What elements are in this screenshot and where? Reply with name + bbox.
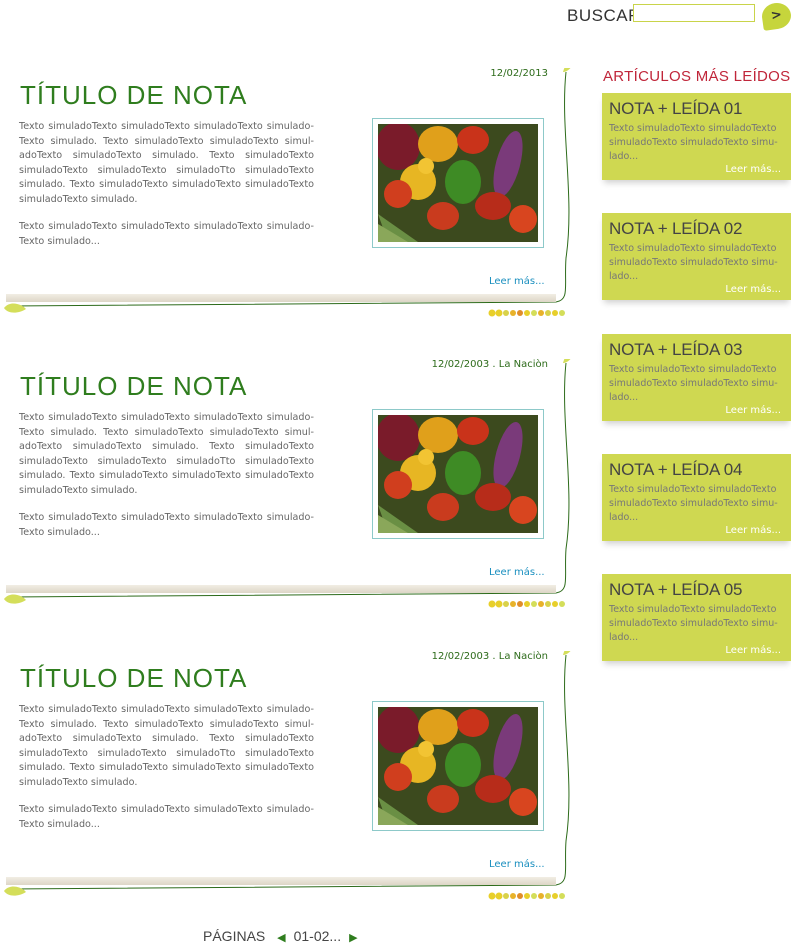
search-button[interactable]: >	[760, 1, 791, 31]
beads-decoration	[488, 309, 565, 317]
read-more-link[interactable]: Leer más...	[489, 276, 545, 287]
article-date: 12/02/2013	[490, 68, 548, 79]
leaf-icon	[563, 651, 571, 655]
arrow-right-icon[interactable]: ▶	[349, 932, 357, 944]
sidebar-heading: ARTÍCULOS MÁS LEÍDOS	[603, 68, 791, 85]
article-body: Texto simuladoTexto simuladoTexto simula…	[19, 411, 314, 553]
popular-article-text: Texto simuladoTexto simuladoTexto simula…	[609, 123, 778, 162]
vegetables-photo	[376, 122, 538, 242]
article-paragraph: Texto simuladoTexto simuladoTexto simula…	[19, 704, 314, 788]
search-label: BUSCAR	[567, 6, 641, 25]
pagination-label: PÁGINAS	[203, 928, 266, 944]
article-photo[interactable]	[372, 701, 544, 831]
popular-article[interactable]: NOTA + LEÍDA 02 Texto simuladoTexto simu…	[602, 213, 791, 300]
popular-article[interactable]: NOTA + LEÍDA 05 Texto simuladoTexto simu…	[602, 574, 791, 661]
article-divider	[6, 294, 556, 302]
article-paragraph: Texto simuladoTexto simuladoTexto simula…	[19, 412, 314, 496]
article-body: Texto simuladoTexto simuladoTexto simula…	[19, 120, 314, 262]
popular-article-text: Texto simuladoTexto simuladoTexto simula…	[609, 484, 778, 523]
article-paragraph: Texto simuladoTexto simuladoTexto simula…	[19, 221, 314, 247]
leaf-icon	[4, 886, 26, 896]
article-title[interactable]: TÍTULO DE NOTA	[20, 80, 247, 111]
article-paragraph: Texto simuladoTexto simuladoTexto simula…	[19, 804, 314, 830]
vegetables-photo	[376, 413, 538, 533]
popular-article-title[interactable]: NOTA + LEÍDA 01	[609, 99, 783, 119]
vegetables-photo	[376, 705, 538, 825]
leaf-icon	[4, 303, 26, 313]
article-body: Texto simuladoTexto simuladoTexto simula…	[19, 703, 314, 845]
popular-article-title[interactable]: NOTA + LEÍDA 03	[609, 340, 783, 360]
article-divider	[6, 877, 556, 885]
article-photo[interactable]	[372, 409, 544, 539]
popular-article-text: Texto simuladoTexto simuladoTexto simula…	[609, 604, 778, 643]
popular-article[interactable]: NOTA + LEÍDA 03 Texto simuladoTexto simu…	[602, 334, 791, 421]
article-photo[interactable]	[372, 118, 544, 248]
read-more-link[interactable]: Leer más...	[725, 525, 781, 536]
popular-article[interactable]: NOTA + LEÍDA 04 Texto simuladoTexto simu…	[602, 454, 791, 541]
popular-article-title[interactable]: NOTA + LEÍDA 04	[609, 460, 783, 480]
popular-article-title[interactable]: NOTA + LEÍDA 02	[609, 219, 783, 239]
beads-decoration	[488, 600, 565, 608]
beads-decoration	[488, 892, 565, 900]
read-more-link[interactable]: Leer más...	[725, 645, 781, 656]
read-more-link[interactable]: Leer más...	[725, 284, 781, 295]
pagination: PÁGINAS ◀ 01-02... ▶	[203, 928, 366, 944]
article-title[interactable]: TÍTULO DE NOTA	[20, 371, 247, 402]
article: 12/02/2003 . La Naciòn TÍTULO DE NOTA Te…	[0, 651, 590, 941]
popular-article-title[interactable]: NOTA + LEÍDA 05	[609, 580, 783, 600]
search-input[interactable]	[633, 4, 755, 22]
leaf-icon	[563, 359, 571, 363]
leaf-icon	[563, 68, 571, 72]
popular-article[interactable]: NOTA + LEÍDA 01 Texto simuladoTexto simu…	[602, 93, 791, 180]
read-more-link[interactable]: Leer más...	[489, 567, 545, 578]
article: 12/02/2013 TÍTULO DE NOTA Texto simulado…	[0, 68, 590, 358]
read-more-link[interactable]: Leer más...	[725, 405, 781, 416]
article-divider	[6, 585, 556, 593]
article-date: 12/02/2003 . La Naciòn	[431, 651, 548, 662]
read-more-link[interactable]: Leer más...	[725, 164, 781, 175]
popular-article-text: Texto simuladoTexto simuladoTexto simula…	[609, 364, 778, 403]
pagination-range[interactable]: 01-02...	[294, 928, 341, 944]
read-more-link[interactable]: Leer más...	[489, 859, 545, 870]
article: 12/02/2003 . La Naciòn TÍTULO DE NOTA Te…	[0, 359, 590, 649]
article-paragraph: Texto simuladoTexto simuladoTexto simula…	[19, 121, 314, 205]
article-paragraph: Texto simuladoTexto simuladoTexto simula…	[19, 512, 314, 538]
leaf-icon	[4, 594, 26, 604]
article-title[interactable]: TÍTULO DE NOTA	[20, 663, 247, 694]
arrow-left-icon[interactable]: ◀	[277, 932, 285, 944]
article-date: 12/02/2003 . La Naciòn	[431, 359, 548, 370]
popular-article-text: Texto simuladoTexto simuladoTexto simula…	[609, 243, 778, 282]
